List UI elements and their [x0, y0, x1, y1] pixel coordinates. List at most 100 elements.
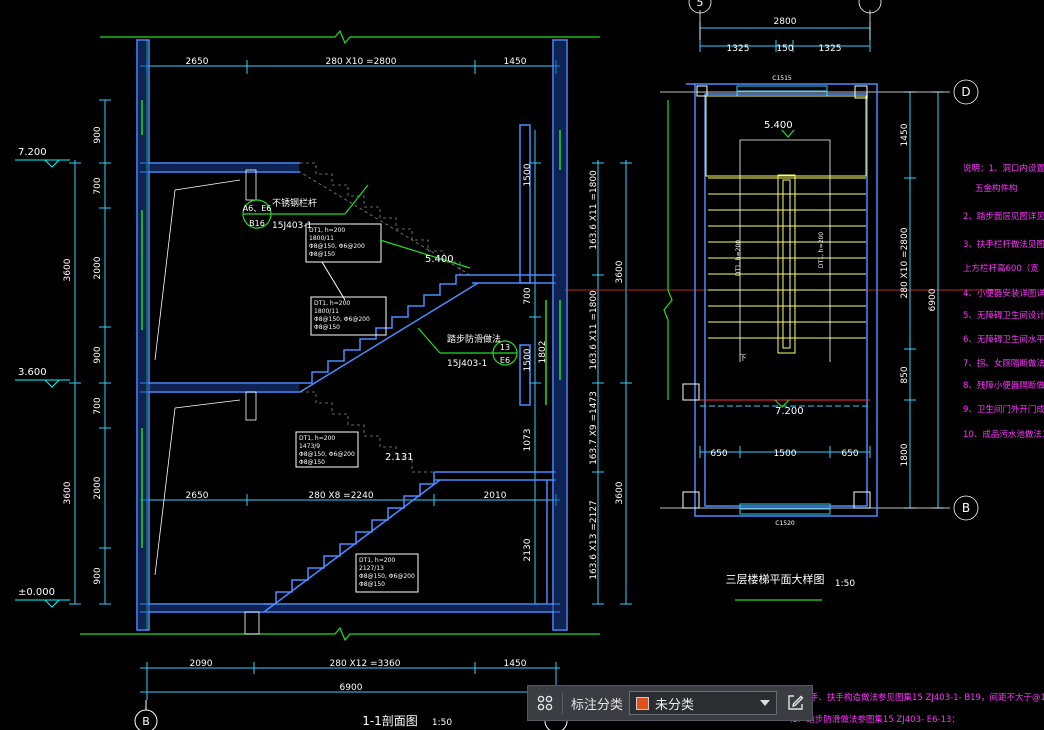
right-dim-2: 700	[523, 287, 533, 304]
note-line-10: 8、残障小便器隔断做法	[963, 380, 1044, 391]
note-line-11: 9、卫生间门外开门成品	[963, 404, 1044, 415]
dim-bottom-2: 280 X12 =3360	[330, 659, 401, 669]
left-dim-3: 2000	[93, 256, 103, 279]
plan-right-dim-3: 850	[900, 366, 910, 383]
rebar-tag-1-line-3: Φ8@150, Φ6@200	[309, 243, 365, 250]
dim-mid-3: 2010	[484, 491, 507, 501]
note-line-9: 7、拐、女厕隔断做法	[963, 358, 1044, 369]
plan-flight-label-left: DT1, h=200	[735, 240, 742, 276]
antislip-bubble-bottom: E6	[500, 356, 510, 365]
rebar-tag-1-line-2: 1800/11	[309, 235, 334, 242]
plan-dim-top-3: 1325	[819, 44, 842, 54]
plan-dim-top-1: 1325	[727, 44, 750, 54]
edit-icon[interactable]	[778, 686, 812, 720]
plan-dim-bottom-1: 650	[710, 449, 727, 459]
landing-level-lower: 2.131	[385, 452, 414, 463]
plan-right-dim-4: 1800	[900, 443, 910, 466]
toolbar-divider	[562, 692, 563, 714]
note-line-3: 2、踏步面层见图详见	[963, 211, 1044, 222]
railing-bubble-bottom: B16	[249, 219, 265, 228]
annotation-category-toolbar: 标注分类 未分类	[527, 685, 813, 721]
note-bottom-1: 手、扶手构造做法参见图集15 ZJ403-1- B19，间距不大于@110	[810, 692, 1044, 703]
rebar-tag-2-line-2: 1800/11	[314, 308, 339, 315]
rebar-tag-3-line-4: Φ8@150	[299, 459, 325, 466]
railing-bubble-top: A6、E6	[243, 204, 272, 213]
plan-dim-top-total: 2800	[774, 17, 797, 27]
right-dim-4: 1073	[523, 429, 533, 452]
plan-right-total: 6900	[928, 288, 938, 311]
section-scale: 1:50	[432, 718, 452, 728]
right-stair-4: 163.6 X13 =2127	[589, 500, 599, 580]
note-line-6: 4、小便器安装详图详见	[963, 288, 1044, 299]
right-total-1: 3600	[615, 260, 625, 283]
right-stair-1: 163.6 X11 =1800	[589, 170, 599, 250]
right-stair-3: 163.7 X9 =1473	[589, 391, 599, 465]
railing-ref-code: 15J403-1	[272, 221, 312, 231]
grid-icon[interactable]	[528, 686, 562, 720]
window-bottom: C1520	[775, 520, 795, 527]
rebar-tag-4-line-3: Φ8@150, Φ6@200	[359, 573, 415, 580]
antislip-bubble-top: 13	[500, 343, 510, 352]
dim-mid-1: 2650	[186, 491, 209, 501]
level-7200: 7.200	[18, 147, 47, 158]
rebar-tag-2-line-4: Φ8@150	[314, 324, 340, 331]
plan-dim-bottom-2: 1500	[774, 449, 797, 459]
category-label: 标注分类	[571, 697, 624, 713]
level-3600: 3.600	[18, 367, 47, 378]
window-top: C1515	[772, 75, 792, 82]
landing-level-upper: 5.400	[425, 254, 454, 265]
rebar-tag-1-line-4: Φ8@150	[309, 251, 335, 258]
dim-top-3: 1450	[504, 57, 527, 67]
dim-bottom-3: 1450	[504, 659, 527, 669]
plan-flight-label-right: DT1, h=200	[818, 232, 825, 268]
rebar-tag-4-line-2: 2127/13	[359, 565, 384, 572]
rebar-tag-3-line-3: Φ8@150, Φ6@200	[299, 451, 355, 458]
cad-drawing-canvas[interactable]: 2650 280 X10 =2800 1450 2650 280 X8 =224…	[0, 0, 1044, 730]
plan-arrow-down-label: 下	[740, 354, 747, 362]
plan-scale: 1:50	[835, 579, 855, 589]
dim-mid-2: 280 X8 =2240	[308, 491, 374, 501]
rebar-tag-2-line-1: DT1, h=200	[314, 300, 350, 307]
left-dim-4: 900	[93, 346, 103, 363]
left-dim-2: 700	[93, 177, 103, 194]
right-stair-2: 163.6 X11 =1800	[589, 290, 599, 370]
right-total-2: 3600	[615, 481, 625, 504]
axis-B-plan: B	[962, 501, 970, 515]
axis-5: 5	[697, 0, 704, 9]
category-select[interactable]: 未分类	[629, 691, 778, 715]
plan-dim-top-2: 150	[776, 44, 793, 54]
dim-top-2: 280 X10 =2800	[326, 57, 397, 67]
plan-title: 三层楼梯平面大样图	[726, 572, 825, 586]
chevron-down-icon	[760, 700, 771, 706]
level-0000: ±0.000	[18, 587, 55, 598]
left-dim-6: 2000	[93, 476, 103, 499]
note-line-8: 6、无障碍卫生间水平安	[963, 334, 1044, 345]
note-line-5: 上方栏杆高600（宽	[963, 263, 1039, 274]
note-line-2: 五金构件构	[975, 183, 1018, 194]
rebar-tag-4-line-1: DT1, h=200	[359, 557, 395, 564]
axis-B-section: B	[142, 715, 150, 728]
right-dim-5: 2130	[523, 538, 533, 561]
left-dim-7: 900	[93, 567, 103, 584]
dim-bottom-1: 2090	[190, 659, 213, 669]
right-dim-1: 1500	[523, 163, 533, 186]
axis-D: D	[961, 85, 970, 99]
rebar-tag-3-line-2: 1473/9	[299, 443, 320, 450]
plan-level-lower: 7.200	[775, 406, 804, 417]
note-line-12: 10、成品污水池做法15	[963, 429, 1044, 440]
left-dim-1: 900	[93, 126, 103, 143]
rebar-tag-3-line-1: DT1, h=200	[299, 435, 335, 442]
plan-level-upper: 5.400	[764, 120, 793, 131]
dim-top-1: 2650	[186, 57, 209, 67]
left-dim-5: 700	[93, 397, 103, 414]
right-dim-3: 1500	[523, 348, 533, 371]
note-railing: 不锈钢栏杆	[272, 197, 317, 209]
right-dim-window: 1802	[538, 341, 548, 364]
left-total-2: 3600	[63, 481, 73, 504]
plan-dim-bottom-3: 650	[841, 449, 858, 459]
antislip-ref-code: 15J403-1	[447, 359, 487, 369]
note-antislip: 踏步防滑做法	[447, 333, 501, 345]
rebar-tag-2-line-3: Φ8@150, Φ6@200	[314, 316, 370, 323]
note-line-7: 5、无障碍卫生间设计详	[963, 310, 1044, 321]
category-color-swatch	[636, 696, 650, 710]
